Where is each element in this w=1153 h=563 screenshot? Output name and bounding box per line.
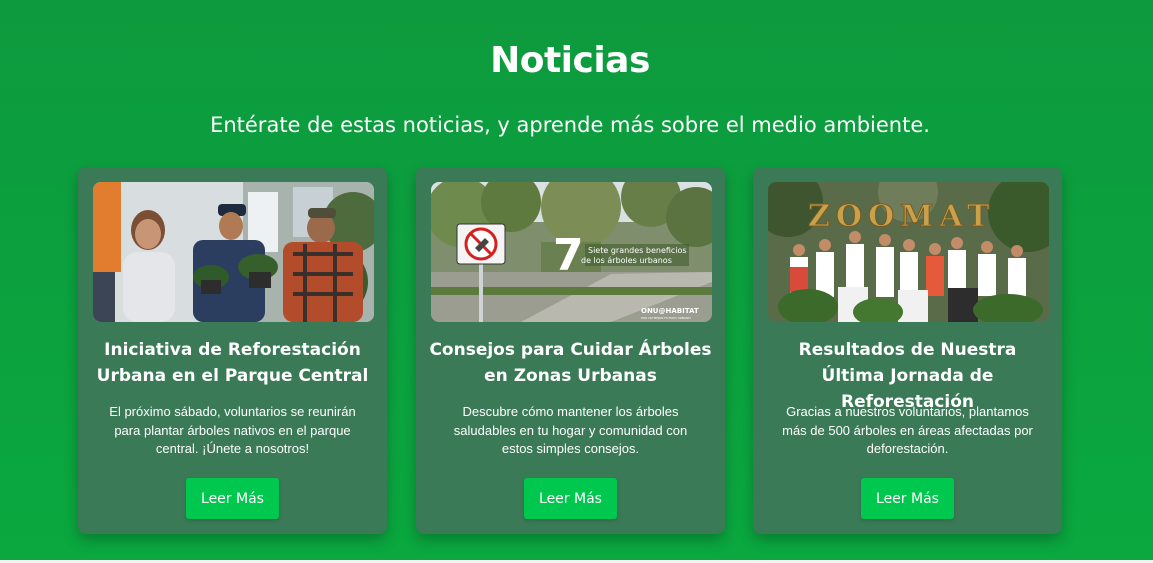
news-card-title: Iniciativa de Reforestación Urbana en el… (96, 340, 369, 386)
news-card: 7 Siete grandes beneficios de los árbole… (416, 167, 725, 534)
section-subtitle: Entérate de estas noticias, y aprende má… (210, 113, 930, 137)
volunteers-photo (93, 182, 374, 322)
read-more-button[interactable]: Leer Más (861, 478, 954, 519)
news-image[interactable] (93, 182, 374, 322)
news-card: ZOOMAT Resultados de Nuestra Última Jorn… (753, 167, 1062, 534)
news-cards: Iniciativa de Reforestación Urbana en el… (78, 167, 1062, 534)
zoomat-sign: ZOOMAT (808, 199, 995, 234)
news-card: Iniciativa de Reforestación Urbana en el… (78, 167, 387, 534)
read-more-button[interactable]: Leer Más (186, 478, 279, 519)
overlay-caption-line1: Siete grandes beneficios (588, 246, 687, 255)
group-photo: ZOOMAT (768, 182, 1049, 322)
news-card-text: Descubre cómo mantener los árboles salud… (453, 404, 688, 456)
section-title: Noticias (490, 40, 650, 81)
overlay-number: 7 (553, 230, 584, 281)
urban-trees-photo: 7 Siete grandes beneficios de los árbole… (431, 182, 712, 322)
news-image[interactable]: 7 Siete grandes beneficios de los árbole… (431, 182, 712, 322)
news-image[interactable]: ZOOMAT (768, 182, 1049, 322)
brand-logo-text: ONU@HABITAT (641, 307, 699, 315)
overlay-caption-line2: de los árboles urbanos (581, 256, 672, 265)
read-more-button[interactable]: Leer Más (524, 478, 617, 519)
brand-logo-subtext: POR UN MEJOR FUTURO URBANO (641, 316, 691, 320)
news-card-text: El próximo sábado, voluntarios se reunir… (109, 404, 356, 456)
news-card-title: Consejos para Cuidar Árboles en Zonas Ur… (429, 340, 712, 386)
news-card-text: Gracias a nuestros voluntarios, plantamo… (782, 404, 1033, 456)
